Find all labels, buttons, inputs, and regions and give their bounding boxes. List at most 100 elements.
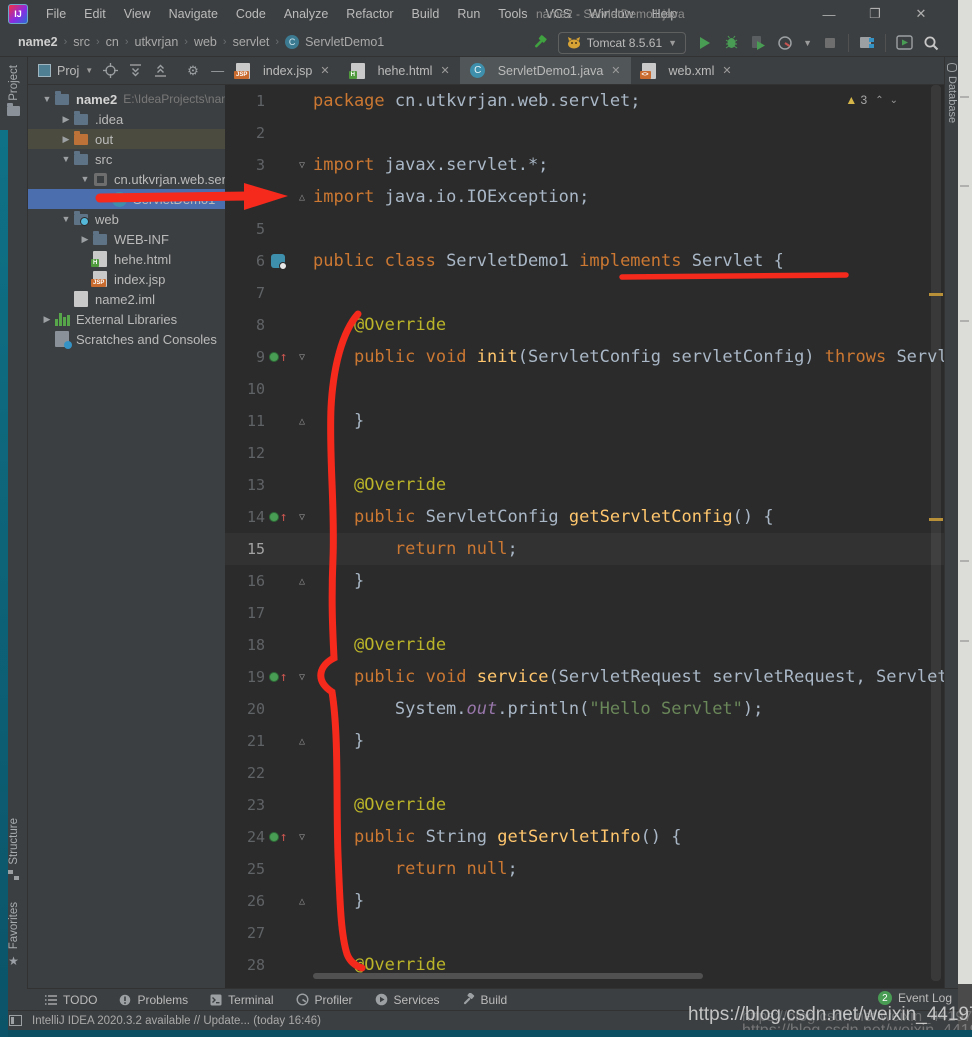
code-line-8[interactable]: 8 @Override — [225, 309, 944, 341]
fold-marker-icon[interactable]: △ — [291, 416, 313, 427]
tab-servletdemo1-java[interactable]: CServletDemo1.java✕ — [460, 57, 631, 84]
code-line-10[interactable]: 10 — [225, 373, 944, 405]
gear-icon[interactable]: ⚙ — [186, 63, 201, 79]
tab-web-xml[interactable]: <>web.xml✕ — [631, 57, 742, 84]
menu-run[interactable]: Run — [449, 4, 488, 24]
event-log-button[interactable]: 2 Event Log — [878, 991, 952, 1005]
code-line-25[interactable]: 25 return null; — [225, 853, 944, 885]
code-line-20[interactable]: 20 System.out.println("Hello Servlet"); — [225, 693, 944, 725]
locate-file-icon[interactable] — [103, 63, 118, 79]
warning-stripe-mark[interactable] — [929, 293, 943, 296]
fold-marker-icon[interactable]: ▽ — [291, 672, 313, 683]
code-line-2[interactable]: 2 — [225, 117, 944, 149]
toolwindow-button-services[interactable]: Services — [375, 993, 440, 1007]
code-line-13[interactable]: 13 @Override — [225, 469, 944, 501]
breadcrumb-item[interactable]: src — [71, 35, 92, 49]
prev-next-warning-icons[interactable]: ⌃⌄ — [875, 95, 904, 106]
maximize-button[interactable]: ❐ — [852, 0, 898, 28]
hide-panel-icon[interactable]: — — [210, 63, 225, 79]
code-line-9[interactable]: 9↑▽ public void init(ServletConfig servl… — [225, 341, 944, 373]
fold-marker-icon[interactable]: ▽ — [291, 160, 313, 171]
minimize-button[interactable]: — — [806, 0, 852, 28]
run-anything-icon[interactable] — [895, 34, 913, 52]
tree-chevron-icon[interactable]: ▼ — [59, 154, 73, 164]
warning-stripe-mark[interactable] — [929, 518, 943, 521]
code-line-5[interactable]: 5 — [225, 213, 944, 245]
tree-chevron-icon[interactable]: ▼ — [78, 174, 92, 184]
code-line-1[interactable]: 1package cn.utkvrjan.web.servlet; — [225, 85, 944, 117]
close-button[interactable]: ✕ — [898, 0, 944, 28]
project-view-select[interactable]: Proj▼ — [38, 64, 93, 78]
code-line-14[interactable]: 14↑▽ public ServletConfig getServletConf… — [225, 501, 944, 533]
toolwindow-button-build[interactable]: Build — [462, 993, 508, 1007]
code-line-26[interactable]: 26△ } — [225, 885, 944, 917]
menu-analyze[interactable]: Analyze — [276, 4, 336, 24]
tree-chevron-icon[interactable]: ▶ — [59, 114, 73, 125]
debug-button[interactable] — [722, 34, 740, 52]
run-button[interactable] — [695, 34, 713, 52]
tab-close-icon[interactable]: ✕ — [440, 64, 449, 77]
code-line-15[interactable]: 15 return null; — [225, 533, 944, 565]
code-line-24[interactable]: 24↑▽ public String getServletInfo() { — [225, 821, 944, 853]
override-gutter-icon[interactable]: ↑ — [265, 671, 291, 684]
tree-item-cn-utkvrjan-web-servlet[interactable]: ▼cn.utkvrjan.web.servlet — [28, 169, 225, 189]
fold-marker-icon[interactable]: △ — [291, 736, 313, 747]
menu-edit[interactable]: Edit — [76, 4, 114, 24]
search-everywhere-icon[interactable] — [922, 34, 940, 52]
override-gutter-icon[interactable]: ↑ — [265, 831, 291, 844]
class-gutter-icon[interactable] — [265, 254, 291, 268]
code-line-7[interactable]: 7 — [225, 277, 944, 309]
code-line-17[interactable]: 17 — [225, 597, 944, 629]
run-with-coverage-button[interactable] — [749, 34, 767, 52]
tree-chevron-icon[interactable]: ▼ — [40, 94, 54, 104]
code-line-21[interactable]: 21△ } — [225, 725, 944, 757]
toolwindow-button-problems[interactable]: Problems — [119, 993, 188, 1007]
override-gutter-icon[interactable]: ↑ — [265, 511, 291, 524]
code-line-18[interactable]: 18 @Override — [225, 629, 944, 661]
code-line-3[interactable]: 3▽import javax.servlet.*; — [225, 149, 944, 181]
code-line-6[interactable]: 6public class ServletDemo1 implements Se… — [225, 245, 944, 277]
tree-item-hehe-html[interactable]: Hhehe.html — [28, 249, 225, 269]
tab-close-icon[interactable]: ✕ — [320, 64, 329, 77]
tree-item-name2[interactable]: ▼name2E:\IdeaProjects\name2 — [28, 89, 225, 109]
tree-item-web-inf[interactable]: ▶WEB-INF — [28, 229, 225, 249]
sidebar-item-database[interactable]: Database — [945, 63, 959, 123]
toolwindow-button-profiler[interactable]: Profiler — [296, 993, 353, 1007]
code-line-27[interactable]: 27 — [225, 917, 944, 949]
tree-item-scratches-and-consoles[interactable]: Scratches and Consoles — [28, 329, 225, 349]
tree-chevron-icon[interactable]: ▶ — [59, 134, 73, 145]
profiler-dropdown-icon[interactable]: ▼ — [803, 38, 812, 48]
code-line-12[interactable]: 12 — [225, 437, 944, 469]
menu-navigate[interactable]: Navigate — [161, 4, 226, 24]
tree-item-web[interactable]: ▼web — [28, 209, 225, 229]
status-message[interactable]: IntelliJ IDEA 2020.3.2 available // Upda… — [32, 1015, 321, 1027]
code-line-4[interactable]: 4△import java.io.IOException; — [225, 181, 944, 213]
breadcrumb-item[interactable]: ServletDemo1 — [303, 35, 386, 49]
fold-marker-icon[interactable]: △ — [291, 192, 313, 203]
fold-marker-icon[interactable]: △ — [291, 576, 313, 587]
breadcrumb-item[interactable]: web — [192, 35, 219, 49]
tree-chevron-icon[interactable]: ▼ — [59, 214, 73, 224]
breadcrumb-item[interactable]: utkvrjan — [133, 35, 181, 49]
breadcrumb-item[interactable]: servlet — [231, 35, 272, 49]
run-configuration-select[interactable]: Tomcat 8.5.61 ▼ — [558, 32, 686, 54]
sidebar-item-project[interactable]: Project — [0, 65, 27, 116]
menu-file[interactable]: File — [38, 4, 74, 24]
code-line-16[interactable]: 16△ } — [225, 565, 944, 597]
tree-chevron-icon[interactable]: ▶ — [40, 314, 54, 325]
breadcrumb-item[interactable]: name2 — [16, 35, 60, 49]
toolwindow-toggle-icon[interactable] — [9, 1015, 22, 1026]
code-line-11[interactable]: 11△ } — [225, 405, 944, 437]
tree-item-external-libraries[interactable]: ▶External Libraries — [28, 309, 225, 329]
tree-item-out[interactable]: ▶out — [28, 129, 225, 149]
build-hammer-icon[interactable] — [531, 34, 549, 52]
code-line-22[interactable]: 22 — [225, 757, 944, 789]
menu-code[interactable]: Code — [228, 4, 274, 24]
tab-close-icon[interactable]: ✕ — [611, 64, 620, 77]
toolwindow-button-terminal[interactable]: Terminal — [210, 993, 273, 1007]
code-line-19[interactable]: 19↑▽ public void service(ServletRequest … — [225, 661, 944, 693]
editor-vertical-scrollbar[interactable] — [931, 85, 941, 981]
tree-item-index-jsp[interactable]: JSPindex.jsp — [28, 269, 225, 289]
override-gutter-icon[interactable]: ↑ — [265, 351, 291, 364]
profiler-button[interactable] — [776, 34, 794, 52]
